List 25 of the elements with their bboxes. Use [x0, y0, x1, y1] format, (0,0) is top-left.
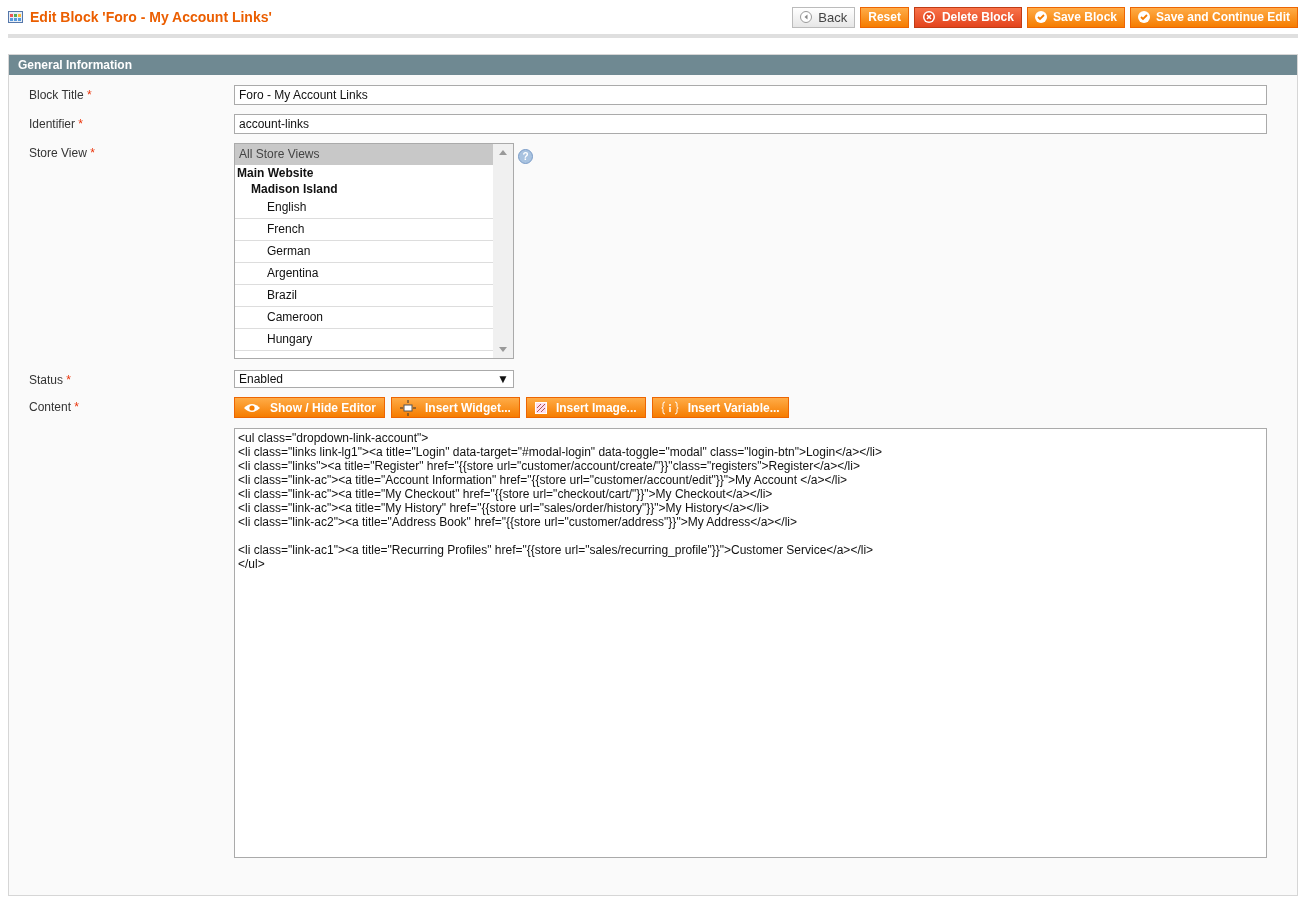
input-field[interactable]: Foro - My Account Links	[234, 85, 1267, 105]
eye-icon	[243, 402, 261, 413]
widget-icon	[400, 399, 416, 416]
braces-icon	[660, 400, 679, 415]
content-editor[interactable]: <ul class="dropdown-link-account"> <li class="links link-lg1"><a title="Login" data-target="#modal-login" data-toggle="modal" class="login-btn">Login</a></li> <li class="links"><a title="Register" href="{{store url="customer/account/create/"}}"class="registers">Register</a></li> <li class="link-ac"><a title="Account Information" href="{{store url="customer/account/edit"}}">My Account </a></li> <li class="link-ac"><a title="My Checkout" href="{{store url="checkout/cart/"}}">My Checkout</a></li> <li class="link-ac"><a title="My History" href="{{store url="sales/order/history"}}">My History</a></li> <li class="link-ac2"><a title="Address Book" href="{{store url="customer/address"}}">My Address</a></li> <li class="link-ac1"><a title="Recurring Profiles" href="{{store url="sales/recurring_profile"}}">Customer Service</a></li> </ul>	[234, 428, 1267, 858]
scroll-up-icon[interactable]	[499, 150, 507, 155]
input-field[interactable]: account-links	[234, 114, 1267, 134]
grid-icon	[8, 11, 23, 23]
store-view-list[interactable]: All Store Views Main Website Madison Island English French German Argentina Brazil Cameroon Hungary	[234, 143, 514, 359]
image-icon	[534, 401, 547, 414]
field-label: Content *	[29, 399, 81, 416]
status-select[interactable]: Enabled ▼	[234, 370, 514, 388]
close-icon	[921, 10, 936, 24]
field-label: Store View *	[29, 145, 96, 162]
field-label: Block Title *	[29, 87, 93, 104]
scroll-down-icon[interactable]	[499, 347, 507, 352]
section-header: General Information	[9, 55, 1297, 75]
check-icon	[1034, 11, 1047, 23]
page-title: Edit Block 'Foro - My Account Links'	[30, 9, 272, 25]
back-button[interactable]: Back	[792, 6, 856, 28]
scrollbar[interactable]	[493, 144, 513, 358]
field-label: Identifier *	[29, 116, 85, 133]
store-option[interactable]: All Store Views	[235, 144, 493, 165]
check-icon	[1138, 11, 1150, 23]
field-label: Status *	[29, 372, 73, 388]
